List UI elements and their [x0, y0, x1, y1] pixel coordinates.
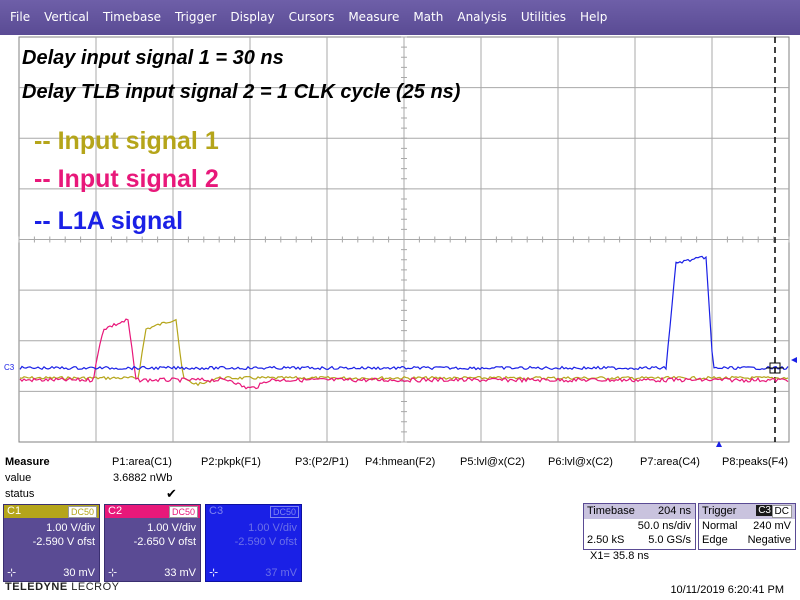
- measure-param-p4[interactable]: P4:hmean(F2): [365, 456, 435, 468]
- legend-input-signal-2: -- Input signal 2: [34, 165, 219, 193]
- trace-marker-c3: C3: [4, 363, 15, 372]
- channel-c3-vdiv: 1.00 V/div: [248, 522, 297, 534]
- menu-cursors[interactable]: Cursors: [282, 0, 342, 35]
- measure-param-p1[interactable]: P1:area(C1): [112, 456, 172, 468]
- legend-input-signal-1: -- Input signal 1: [34, 127, 219, 155]
- channel-c1-value: 30 mV: [63, 567, 95, 579]
- measure-param-p8[interactable]: P8:peaks(F4): [722, 456, 788, 468]
- channel-c2-offset: -2.650 V ofst: [133, 536, 196, 548]
- timebase-samples: 2.50 kS: [587, 534, 625, 546]
- channel-c3-name: C3: [209, 505, 224, 517]
- channel-c3-offset: -2.590 V ofst: [234, 536, 297, 548]
- legend-l1a-signal: -- L1A signal: [34, 207, 184, 235]
- trigger-coupling: DC: [771, 505, 792, 518]
- timebase-delay: 204 ns: [657, 505, 691, 517]
- measure-param-p7[interactable]: P7:area(C4): [640, 456, 700, 468]
- datetime-stamp: 10/11/2019 6:20:41 PM: [670, 584, 784, 596]
- channel-c1-name: C1: [7, 505, 22, 517]
- trigger-channel: C3: [756, 505, 773, 516]
- channel-c3-value: 37 mV: [265, 567, 297, 579]
- menu-help[interactable]: Help: [573, 0, 614, 35]
- measure-p1-status-icon: ✔: [166, 486, 177, 501]
- channel-c2-value: 33 mV: [164, 567, 196, 579]
- scope-display[interactable]: C3 Delay input signal 1 = 30 ns Delay TL…: [0, 35, 800, 450]
- channel-box-c2[interactable]: C2 DC50 1.00 V/div -2.650 V ofst ⊹ 33 mV: [104, 504, 201, 582]
- menu-file[interactable]: File: [0, 0, 37, 35]
- measure-param-p2[interactable]: P2:pkpk(F1): [201, 456, 261, 468]
- probe-icon: ⊹: [7, 567, 17, 579]
- channel-c1-offset: -2.590 V ofst: [32, 536, 95, 548]
- channel-c2-name: C2: [108, 505, 123, 517]
- trigger-label: Trigger: [702, 505, 737, 517]
- timebase-tdiv: 50.0 ns/div: [637, 520, 691, 532]
- menu-bar: File Vertical Timebase Trigger Display C…: [0, 0, 800, 35]
- measure-p1-value: 3.6882 nWb: [113, 472, 173, 484]
- measure-table: Measure value status P1:area(C1) P2:pkpk…: [0, 452, 800, 504]
- channel-c2-vdiv: 1.00 V/div: [147, 522, 196, 534]
- timebase-rate: 5.0 GS/s: [648, 534, 691, 546]
- trigger-box[interactable]: Trigger C3 DC Normal 240 mV Edge Negativ…: [698, 503, 796, 550]
- probe-icon: ⊹: [108, 567, 118, 579]
- menu-utilities[interactable]: Utilities: [514, 0, 573, 35]
- trigger-level-marker: [791, 357, 797, 363]
- menu-vertical[interactable]: Vertical: [37, 0, 96, 35]
- menu-trigger[interactable]: Trigger: [168, 0, 223, 35]
- measure-param-p3[interactable]: P3:(P2/P1): [295, 456, 349, 468]
- measure-value-label: value: [5, 472, 32, 484]
- timebase-box[interactable]: Timebase 204 ns 50.0 ns/div 2.50 kS 5.0 …: [583, 503, 696, 550]
- trigger-level: 240 mV: [753, 520, 791, 532]
- channel-box-c1[interactable]: C1 DC50 1.00 V/div -2.590 V ofst ⊹ 30 mV: [3, 504, 100, 582]
- timebase-label: Timebase: [587, 505, 635, 517]
- channel-c3-coupling: DC50: [269, 506, 299, 518]
- menu-analysis[interactable]: Analysis: [450, 0, 513, 35]
- measure-param-p6[interactable]: P6:lvl@x(C2): [548, 456, 613, 468]
- probe-icon: ⊹: [209, 567, 219, 579]
- teledyne-lecroy-logo: TELEDYNE LECROY: [5, 581, 120, 593]
- channel-c2-header: C2 DC50: [105, 505, 200, 518]
- annotation-delay-1: Delay input signal 1 = 30 ns: [22, 47, 284, 69]
- measure-param-p5[interactable]: P5:lvl@x(C2): [460, 456, 525, 468]
- trigger-type: Edge: [702, 534, 728, 546]
- cursor-x1-readout: X1= 35.8 ns: [590, 550, 650, 562]
- channel-c1-header: C1 DC50: [4, 505, 99, 518]
- channel-c1-coupling: DC50: [67, 506, 97, 518]
- logo-brand: TELEDYNE: [5, 581, 68, 593]
- trigger-slope: Negative: [747, 534, 791, 546]
- logo-sub: LECROY: [71, 581, 120, 593]
- trigger-mode: Normal: [702, 520, 738, 532]
- channel-c3-header: C3 DC50: [206, 505, 301, 518]
- measure-status-label: status: [5, 488, 35, 500]
- menu-measure[interactable]: Measure: [341, 0, 406, 35]
- channel-c1-vdiv: 1.00 V/div: [46, 522, 95, 534]
- menu-display[interactable]: Display: [223, 0, 281, 35]
- measure-title: Measure: [5, 456, 50, 468]
- menu-timebase[interactable]: Timebase: [96, 0, 168, 35]
- channel-box-c3[interactable]: C3 DC50 1.00 V/div -2.590 V ofst ⊹ 37 mV: [205, 504, 302, 582]
- channel-c2-coupling: DC50: [168, 506, 198, 518]
- menu-math[interactable]: Math: [406, 0, 450, 35]
- annotation-delay-2: Delay TLB input signal 2 = 1 CLK cycle (…: [22, 81, 461, 103]
